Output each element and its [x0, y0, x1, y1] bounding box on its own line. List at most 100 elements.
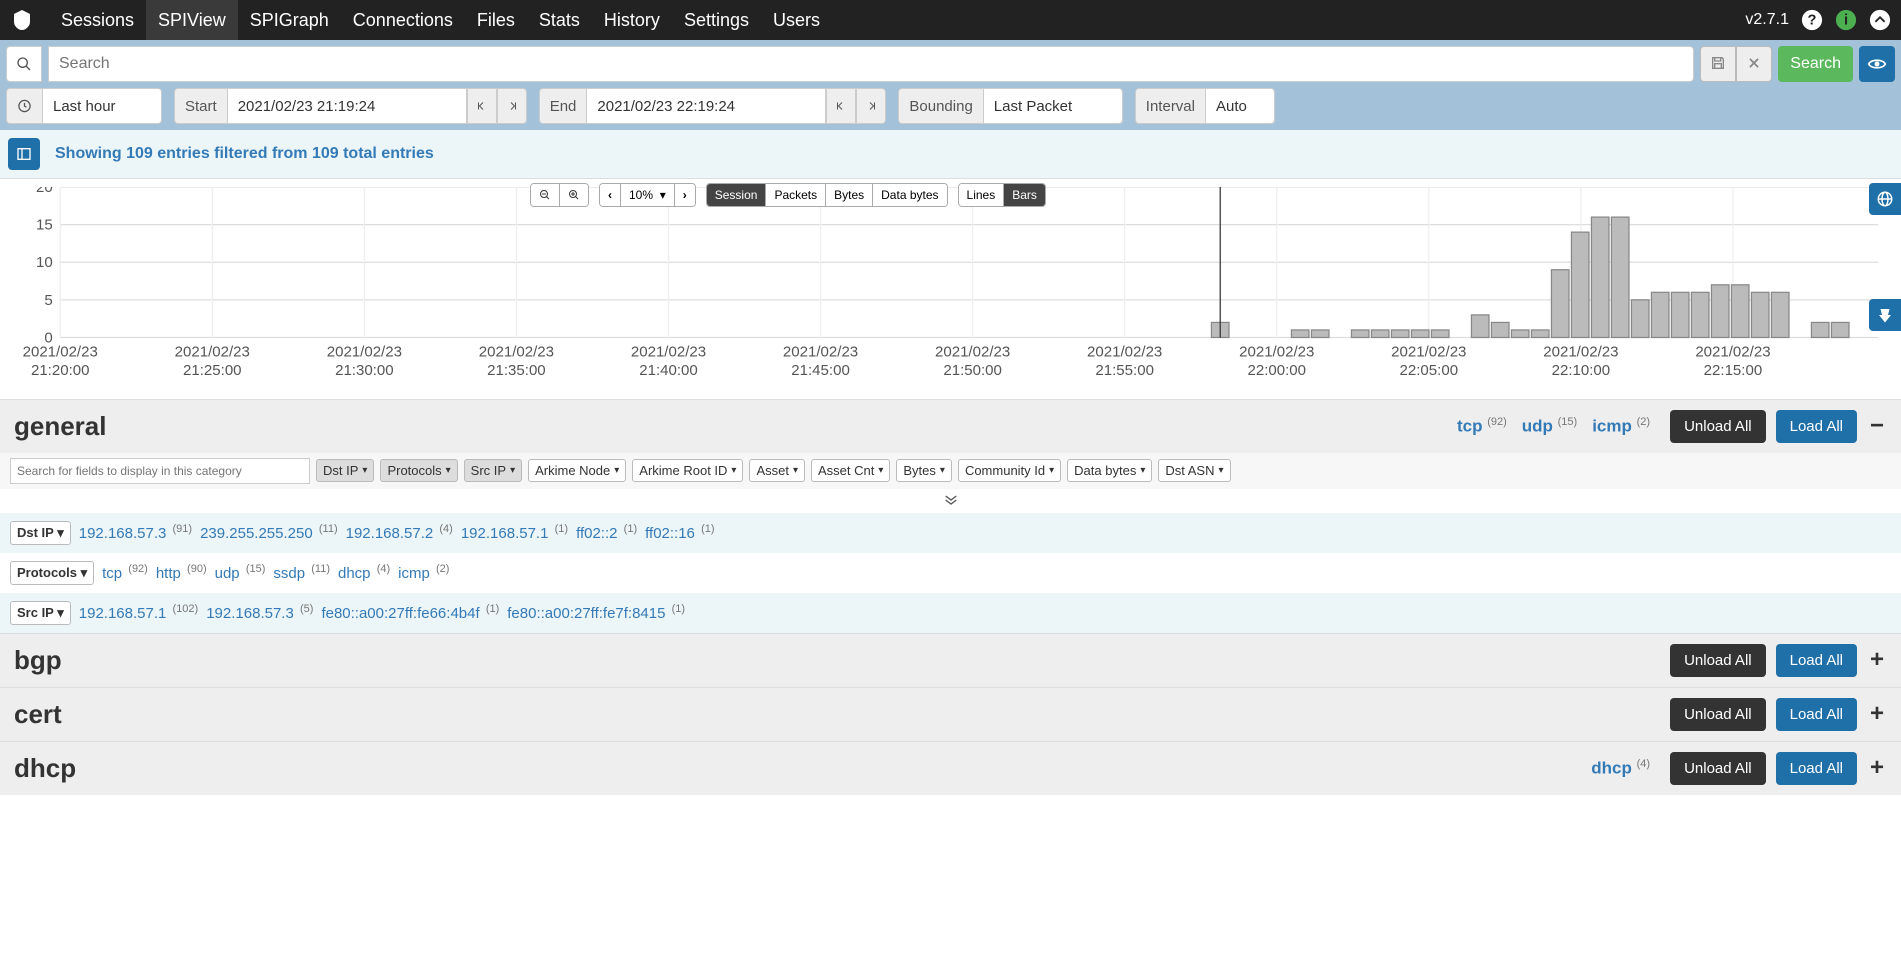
nav-tab-sessions[interactable]: Sessions	[49, 0, 146, 40]
value-link[interactable]: 192.168.57.3	[79, 525, 167, 542]
unload-all-button[interactable]: Unload All	[1670, 644, 1766, 677]
field-dd-bytes[interactable]: Bytes ▾	[896, 459, 952, 482]
style-lines-button[interactable]: Lines	[959, 184, 1005, 206]
proto-link-icmp[interactable]: icmp (2)	[1592, 416, 1650, 437]
nav-tab-spiview[interactable]: SPIView	[146, 0, 238, 40]
field-dd-src-ip[interactable]: Src IP ▾	[464, 459, 522, 482]
start-time-input[interactable]: 2021/02/23 21:19:24	[227, 88, 467, 124]
version-label: v2.7.1	[1745, 11, 1789, 29]
search-input[interactable]	[48, 46, 1694, 82]
value-link[interactable]: 192.168.57.1	[461, 525, 549, 542]
end-next-button[interactable]	[856, 88, 886, 124]
metric-data-bytes-button[interactable]: Data bytes	[873, 184, 946, 206]
row-dd-dst-ip[interactable]: Dst IP ▾	[10, 521, 71, 545]
collapse-icon[interactable]: −	[1867, 412, 1887, 440]
zoom-out-button[interactable]	[531, 184, 560, 206]
expand-icon[interactable]: +	[1867, 700, 1887, 728]
row-dd-protocols[interactable]: Protocols ▾	[10, 561, 94, 585]
value-link[interactable]: fe80::a00:27ff:fe7f:8415	[507, 605, 665, 622]
value-link[interactable]: ff02::16	[645, 525, 695, 542]
value-link[interactable]: udp	[215, 565, 240, 582]
field-dd-asset-cnt[interactable]: Asset Cnt ▾	[811, 459, 890, 482]
pan-left-button[interactable]: ‹	[600, 184, 621, 206]
field-dd-protocols[interactable]: Protocols ▾	[380, 459, 457, 482]
chevron-up-icon[interactable]	[1869, 9, 1891, 31]
interval-select[interactable]: Auto	[1205, 88, 1275, 124]
search-icon	[6, 46, 42, 82]
value-link[interactable]: 192.168.57.2	[346, 525, 434, 542]
svg-text:2021/02/23: 2021/02/23	[479, 343, 554, 360]
pan-right-button[interactable]: ›	[675, 184, 695, 206]
start-next-button[interactable]	[497, 88, 527, 124]
metric-bytes-button[interactable]: Bytes	[826, 184, 873, 206]
globe-button[interactable]	[1869, 183, 1901, 215]
load-all-button[interactable]: Load All	[1776, 644, 1857, 677]
svg-text:i: i	[1844, 13, 1848, 29]
style-bars-button[interactable]: Bars	[1004, 184, 1045, 206]
end-prev-button[interactable]	[826, 88, 856, 124]
load-all-button[interactable]: Load All	[1776, 698, 1857, 731]
value-link[interactable]: 239.255.255.250	[200, 525, 313, 542]
nav-tab-settings[interactable]: Settings	[672, 0, 761, 40]
navbar: SessionsSPIViewSPIGraphConnectionsFilesS…	[0, 0, 1901, 40]
value-link[interactable]: 192.168.57.1	[79, 605, 167, 622]
end-time-input[interactable]: 2021/02/23 22:19:24	[586, 88, 826, 124]
start-prev-button[interactable]	[467, 88, 497, 124]
pin-button[interactable]	[1869, 299, 1901, 331]
section-dhcp: dhcpdhcp (4)Unload AllLoad All+	[0, 741, 1901, 795]
value-link[interactable]: ff02::2	[576, 525, 617, 542]
expand-icon[interactable]: +	[1867, 646, 1887, 674]
nav-tab-spigraph[interactable]: SPIGraph	[238, 0, 341, 40]
expand-fields-button[interactable]	[0, 489, 1901, 513]
load-all-button[interactable]: Load All	[1776, 410, 1857, 443]
panel-toggle-button[interactable]	[8, 138, 40, 170]
expand-icon[interactable]: +	[1867, 754, 1887, 782]
field-search-input[interactable]	[10, 458, 310, 484]
metric-packets-button[interactable]: Packets	[766, 184, 826, 206]
load-all-button[interactable]: Load All	[1776, 752, 1857, 785]
save-search-button[interactable]	[1700, 46, 1736, 82]
proto-link-tcp[interactable]: tcp (92)	[1457, 416, 1507, 437]
help-icon[interactable]: ?	[1801, 9, 1823, 31]
search-button[interactable]: Search	[1778, 46, 1853, 82]
arkime-logo-icon[interactable]	[10, 8, 34, 32]
value-link[interactable]: 192.168.57.3	[206, 605, 294, 622]
zoom-in-button[interactable]	[560, 184, 588, 206]
field-dd-arkime-root-id[interactable]: Arkime Root ID ▾	[632, 459, 743, 482]
field-dd-dst-ip[interactable]: Dst IP ▾	[316, 459, 374, 482]
field-dd-community-id[interactable]: Community Id ▾	[958, 459, 1061, 482]
bounding-label: Bounding	[898, 88, 982, 124]
value-link[interactable]: tcp	[102, 565, 122, 582]
session-chart[interactable]: 051015202021/02/2321:20:002021/02/2321:2…	[10, 187, 1891, 388]
value-link[interactable]: http	[156, 565, 181, 582]
bounding-select[interactable]: Last Packet	[983, 88, 1123, 124]
nav-tab-connections[interactable]: Connections	[341, 0, 465, 40]
info-icon[interactable]: i	[1835, 9, 1857, 31]
nav-tab-files[interactable]: Files	[465, 0, 527, 40]
unload-all-button[interactable]: Unload All	[1670, 698, 1766, 731]
value-link[interactable]: icmp	[398, 565, 430, 582]
row-dd-src-ip[interactable]: Src IP ▾	[10, 601, 71, 625]
svg-text:5: 5	[44, 292, 52, 309]
svg-text:2021/02/23: 2021/02/23	[1391, 343, 1466, 360]
field-dd-asset[interactable]: Asset ▾	[749, 459, 805, 482]
metric-session-button[interactable]: Session	[707, 184, 767, 206]
proto-link-udp[interactable]: udp (15)	[1522, 416, 1577, 437]
views-button[interactable]	[1859, 46, 1895, 82]
field-dd-arkime-node[interactable]: Arkime Node ▾	[528, 459, 626, 482]
nav-tab-history[interactable]: History	[592, 0, 672, 40]
value-link[interactable]: dhcp	[338, 565, 371, 582]
value-link[interactable]: ssdp	[273, 565, 305, 582]
chart-area: ‹ 10% ▾ › SessionPacketsBytesData bytes …	[0, 179, 1901, 399]
unload-all-button[interactable]: Unload All	[1670, 752, 1766, 785]
field-dd-dst-asn[interactable]: Dst ASN ▾	[1158, 459, 1230, 482]
nav-tab-stats[interactable]: Stats	[527, 0, 592, 40]
nav-tab-users[interactable]: Users	[761, 0, 832, 40]
unload-all-button[interactable]: Unload All	[1670, 410, 1766, 443]
zoom-pct-select[interactable]: 10% ▾	[621, 184, 675, 206]
time-range-select[interactable]: Last hour	[42, 88, 162, 124]
value-link[interactable]: fe80::a00:27ff:fe66:4b4f	[321, 605, 479, 622]
field-dd-data-bytes[interactable]: Data bytes ▾	[1067, 459, 1152, 482]
clear-search-button[interactable]	[1736, 46, 1772, 82]
proto-link-dhcp[interactable]: dhcp (4)	[1591, 758, 1650, 779]
